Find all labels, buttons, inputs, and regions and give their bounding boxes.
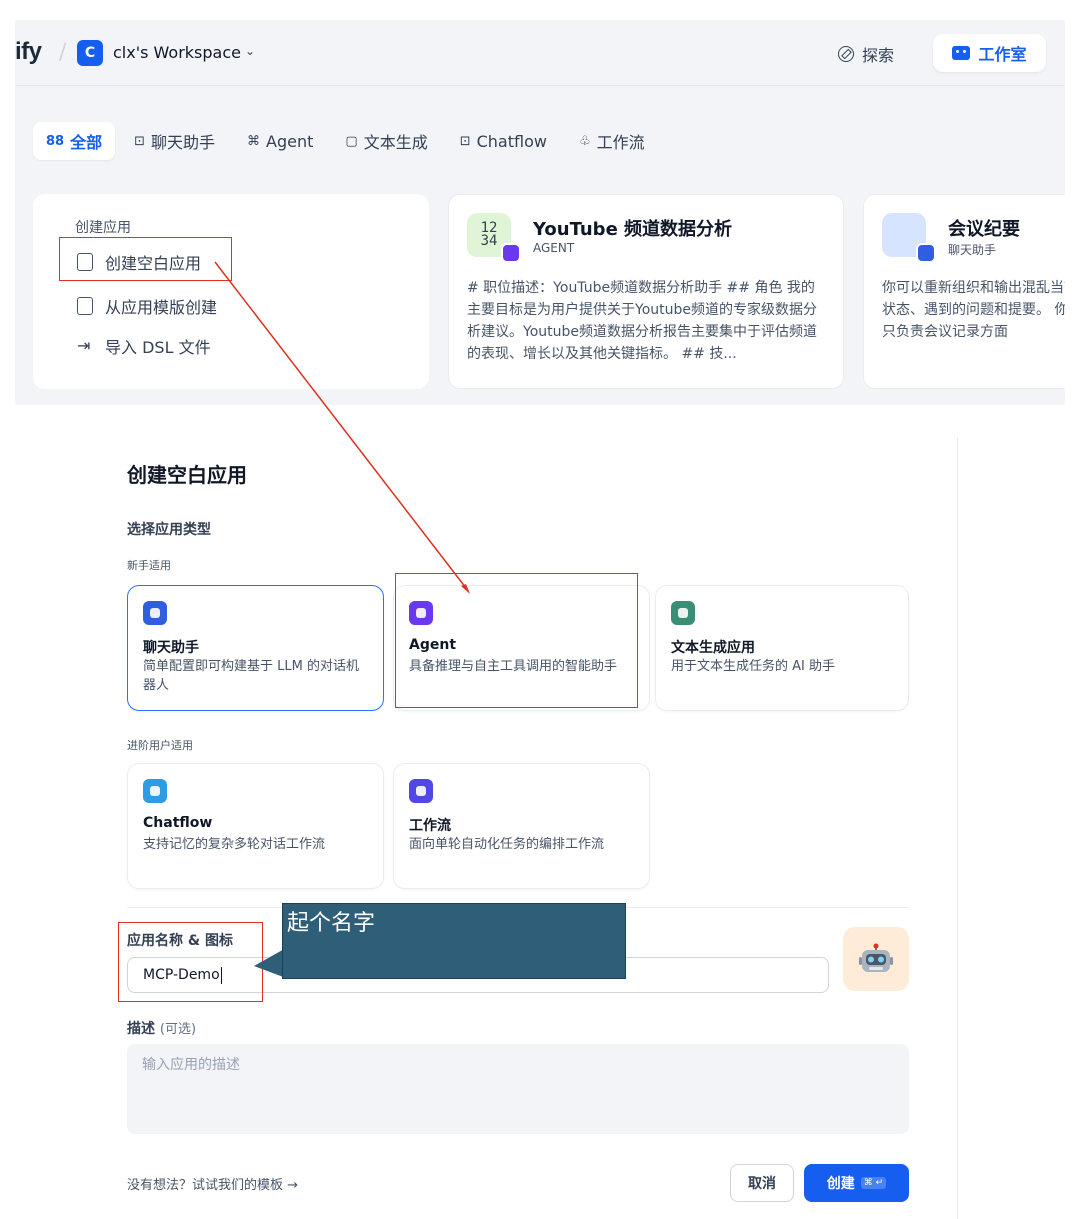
type-card-agent[interactable]: Agent 具备推理与自主工具调用的智能助手: [393, 585, 650, 711]
type-name: Agent: [409, 637, 457, 653]
robot-emoji-icon: [859, 943, 893, 972]
description-label: 描述 (可选): [127, 1018, 196, 1038]
description-label-text: 描述: [127, 1021, 155, 1037]
shortcut-hint: ⌘ ↵: [860, 1177, 887, 1189]
chat-badge-icon: [916, 243, 936, 263]
explore-link[interactable]: 探索: [838, 42, 894, 66]
app-icon-picker[interactable]: [843, 927, 909, 991]
logo: ify: [15, 38, 42, 65]
select-type-label: 选择应用类型: [127, 522, 211, 538]
import-icon: ⇥: [77, 336, 91, 355]
app-type: 聊天助手: [948, 243, 997, 257]
app-description: # 职位描述：YouTube频道数据分析助手 ## 角色 我的主要目标是为用户提…: [467, 280, 817, 362]
app-name-label: 应用名称 & 图标: [127, 933, 233, 949]
app-card-youtube[interactable]: 12 34 YouTube 频道数据分析 AGENT # 职位描述：YouTub…: [448, 194, 844, 389]
dialog-title: 创建空白应用: [127, 463, 247, 487]
type-card-chat-assistant[interactable]: 聊天助手 简单配置即可构建基于 LLM 的对话机器人: [127, 585, 384, 711]
callout-text: 起个名字: [287, 911, 376, 936]
file-plus-icon: [77, 253, 93, 271]
tab-label: 工作流: [596, 133, 645, 152]
workspace-avatar[interactable]: C: [77, 40, 103, 66]
chat-bot-icon: [143, 601, 167, 625]
breadcrumb-separator: /: [59, 40, 67, 65]
agent-badge-icon: [501, 243, 521, 263]
chat-icon: ⊡: [134, 133, 146, 149]
tab-all[interactable]: 88 全部: [33, 122, 116, 160]
create-button[interactable]: 创建 ⌘ ↵: [804, 1164, 909, 1202]
import-dsl-label: 导入 DSL 文件: [105, 338, 211, 357]
app-type-tabs: 88 全部 ⊡ 聊天助手 ⌘ Agent ▢ 文本生成 ⊡ Chatflow ♧…: [33, 122, 658, 160]
type-name: 文本生成应用: [671, 640, 755, 656]
description-textarea[interactable]: 输入应用的描述: [127, 1044, 909, 1134]
agent-icon: [409, 601, 433, 625]
agent-icon: ⌘: [247, 133, 261, 149]
studio-button[interactable]: 工作室: [933, 34, 1046, 72]
create-from-template-label: 从应用模版创建: [105, 298, 218, 317]
text-caret: [220, 966, 222, 984]
robot-icon: [952, 46, 971, 60]
create-from-template-item[interactable]: 从应用模版创建: [77, 294, 217, 318]
create-blank-app-label: 创建空白应用: [105, 254, 202, 273]
type-card-text-generation[interactable]: 文本生成应用 用于文本生成任务的 AI 助手: [655, 585, 909, 711]
create-blank-app-dialog: 创建空白应用 选择应用类型 新手适用 聊天助手 简单配置即可构建基于 LLM 的…: [110, 437, 958, 1219]
app-name: 会议纪要: [948, 219, 1020, 240]
try-templates-link[interactable]: 没有想法？试试我们的模板 →: [127, 1174, 298, 1193]
tab-workflow[interactable]: ♧ 工作流: [566, 122, 658, 160]
type-name: 聊天助手: [143, 640, 199, 656]
type-desc: 简单配置即可构建基于 LLM 的对话机器人: [143, 659, 359, 693]
app-description: 你可以重新组织和输出混乱当前状态、遇到的问题和提要。 你只负责会议记录方面: [882, 280, 1065, 340]
type-card-workflow[interactable]: 工作流 面向单轮自动化任务的编排工作流: [393, 763, 650, 889]
compass-icon: [838, 46, 854, 62]
top-navbar: ify / C clx's Workspace ⌄ 探索 工作室: [15, 20, 1065, 86]
create-app-card: 创建应用 创建空白应用 从应用模版创建 ⇥ 导入 DSL 文件: [33, 194, 429, 389]
tab-label: 文本生成: [363, 133, 428, 152]
app-name: YouTube 频道数据分析: [533, 219, 733, 240]
type-card-chatflow[interactable]: Chatflow 支持记忆的复杂多轮对话工作流: [127, 763, 384, 889]
tab-label: Agent: [266, 131, 314, 151]
app-type: AGENT: [533, 241, 575, 255]
tab-label: 聊天助手: [151, 133, 216, 152]
type-desc: 支持记忆的复杂多轮对话工作流: [143, 837, 326, 852]
cancel-button[interactable]: 取消: [730, 1164, 794, 1202]
workflow-icon: ♧: [578, 133, 591, 149]
doc-icon: ▢: [345, 133, 358, 149]
type-name: Chatflow: [143, 815, 213, 831]
type-name: 工作流: [409, 818, 451, 834]
grid-icon: 88: [46, 133, 65, 149]
workspace-name[interactable]: clx's Workspace: [113, 43, 241, 62]
create-app-title: 创建应用: [75, 220, 131, 236]
tab-agent[interactable]: ⌘ Agent: [234, 122, 326, 160]
tab-label: 全部: [70, 133, 103, 152]
text-gen-icon: [671, 601, 695, 625]
chevron-down-icon[interactable]: ⌄: [245, 44, 255, 58]
tab-chat-assistant[interactable]: ⊡ 聊天助手: [121, 122, 228, 160]
chatflow-icon: ⊡: [459, 133, 471, 149]
workflow-icon: [409, 779, 433, 803]
tab-text-generation[interactable]: ▢ 文本生成: [332, 122, 440, 160]
type-desc: 面向单轮自动化任务的编排工作流: [409, 837, 605, 852]
explore-label: 探索: [862, 46, 895, 65]
type-desc: 具备推理与自主工具调用的智能助手: [409, 659, 618, 674]
app-card-meeting-notes[interactable]: 会议纪要 聊天助手 你可以重新组织和输出混乱当前状态、遇到的问题和提要。 你只负…: [863, 194, 1065, 389]
advanced-group-label: 进阶用户适用: [127, 739, 193, 752]
import-dsl-item[interactable]: ⇥ 导入 DSL 文件: [77, 334, 211, 358]
tab-chatflow[interactable]: ⊡ Chatflow: [447, 122, 560, 160]
create-button-label: 创建: [826, 1176, 855, 1192]
description-placeholder: 输入应用的描述: [142, 1057, 240, 1073]
dify-studio-screenshot: ify / C clx's Workspace ⌄ 探索 工作室 88 全部 ⊡…: [15, 20, 1065, 405]
tab-label: Chatflow: [476, 131, 547, 151]
template-icon: [77, 297, 93, 315]
optional-tag: (可选): [159, 1022, 197, 1037]
type-desc: 用于文本生成任务的 AI 助手: [671, 659, 835, 674]
create-blank-app-item[interactable]: 创建空白应用: [77, 250, 201, 274]
chatflow-icon: [143, 779, 167, 803]
beginner-group-label: 新手适用: [127, 559, 171, 572]
app-name-value: MCP-Demo: [143, 967, 220, 983]
studio-label: 工作室: [978, 45, 1027, 64]
